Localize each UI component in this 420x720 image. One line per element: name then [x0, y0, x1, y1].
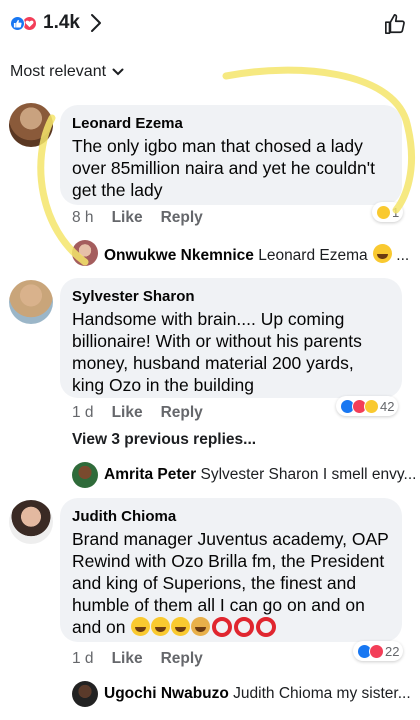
reply-button[interactable]: Reply	[161, 209, 203, 227]
laugh-emoji-icon	[131, 617, 151, 636]
reaction-badge-count: 42	[380, 398, 395, 414]
comment-time: 8 h	[72, 209, 94, 226]
avatar[interactable]	[72, 240, 98, 266]
love-reaction-icon	[369, 643, 384, 659]
like-reaction-icon	[10, 16, 25, 31]
comment-actions: 8 h Like Reply	[72, 209, 203, 227]
sort-label: Most relevant	[10, 63, 107, 80]
reply-text: Sylvester Sharon I smell envy...	[200, 466, 417, 483]
view-previous-replies[interactable]: View 3 previous replies...	[72, 431, 256, 449]
avatar[interactable]	[72, 462, 98, 488]
reaction-badge-count: 1	[392, 204, 400, 220]
comment-actions: 1 d Like Reply	[72, 650, 203, 668]
reaction-badge-count: 22	[385, 643, 400, 659]
comment-actions: 1 d Like Reply	[72, 404, 203, 422]
red-circle-icon	[256, 617, 277, 637]
comment-text: Brand manager Juventus academy, OAP Rewi…	[72, 528, 390, 638]
laugh-emoji-icon	[372, 244, 392, 263]
comment-time: 1 d	[72, 404, 94, 421]
avatar[interactable]	[9, 500, 53, 544]
comment-bubble: Sylvester Sharon Handsome with brain....…	[60, 278, 402, 398]
reply-preview[interactable]: Onwukwe Nkemnice Leonard Ezema ...	[104, 244, 409, 265]
reply-author[interactable]: Ugochi Nwabuzo	[104, 685, 229, 702]
reaction-badge[interactable]: 22	[353, 641, 404, 661]
like-thumb-icon[interactable]	[384, 13, 406, 35]
person-emoji-icon	[191, 617, 211, 636]
reply-button[interactable]: Reply	[161, 650, 203, 668]
reaction-badge[interactable]: 42	[336, 396, 399, 416]
comment-bubble: Judith Chioma Brand manager Juventus aca…	[60, 498, 402, 642]
laugh-reaction-icon	[376, 204, 391, 220]
comment-author[interactable]: Judith Chioma	[72, 508, 390, 525]
reply-text: Judith Chioma my sister...	[233, 685, 411, 702]
chevron-down-icon	[112, 68, 124, 76]
reply-preview[interactable]: Amrita Peter Sylvester Sharon I smell en…	[104, 466, 416, 484]
laugh-emoji-icon	[151, 617, 171, 636]
avatar[interactable]	[9, 103, 53, 147]
sort-dropdown[interactable]: Most relevant	[10, 63, 124, 81]
comment-text: The only igbo man that chosed a lady ove…	[72, 136, 375, 200]
chevron-right-icon[interactable]	[90, 13, 102, 33]
comment-time: 1 d	[72, 650, 94, 667]
reply-author[interactable]: Amrita Peter	[104, 466, 196, 483]
reaction-badge[interactable]: 1	[372, 202, 404, 222]
comment-author[interactable]: Leonard Ezema	[72, 115, 390, 132]
avatar[interactable]	[9, 280, 53, 324]
comment-bubble: Leonard Ezema The only igbo man that cho…	[60, 105, 402, 205]
reply-preview[interactable]: Ugochi Nwabuzo Judith Chioma my sister..…	[104, 685, 411, 703]
reply-ellipsis: ...	[396, 247, 410, 264]
reply-button[interactable]: Reply	[161, 404, 203, 422]
comment-text: Handsome with brain.... Up coming billio…	[72, 309, 362, 395]
red-circle-icon	[234, 617, 255, 637]
laugh-reaction-icon	[364, 398, 379, 414]
laugh-emoji-icon	[171, 617, 191, 636]
comment-author[interactable]: Sylvester Sharon	[72, 288, 390, 305]
like-button[interactable]: Like	[112, 404, 143, 422]
reply-author[interactable]: Onwukwe Nkemnice	[104, 247, 254, 264]
avatar[interactable]	[72, 681, 98, 707]
reply-text: Leonard Ezema	[258, 247, 368, 264]
reactions-header: 1.4k	[0, 0, 420, 46]
red-circle-icon	[212, 617, 233, 637]
reaction-count[interactable]: 1.4k	[43, 12, 80, 34]
like-button[interactable]: Like	[112, 650, 143, 668]
like-button[interactable]: Like	[112, 209, 143, 227]
